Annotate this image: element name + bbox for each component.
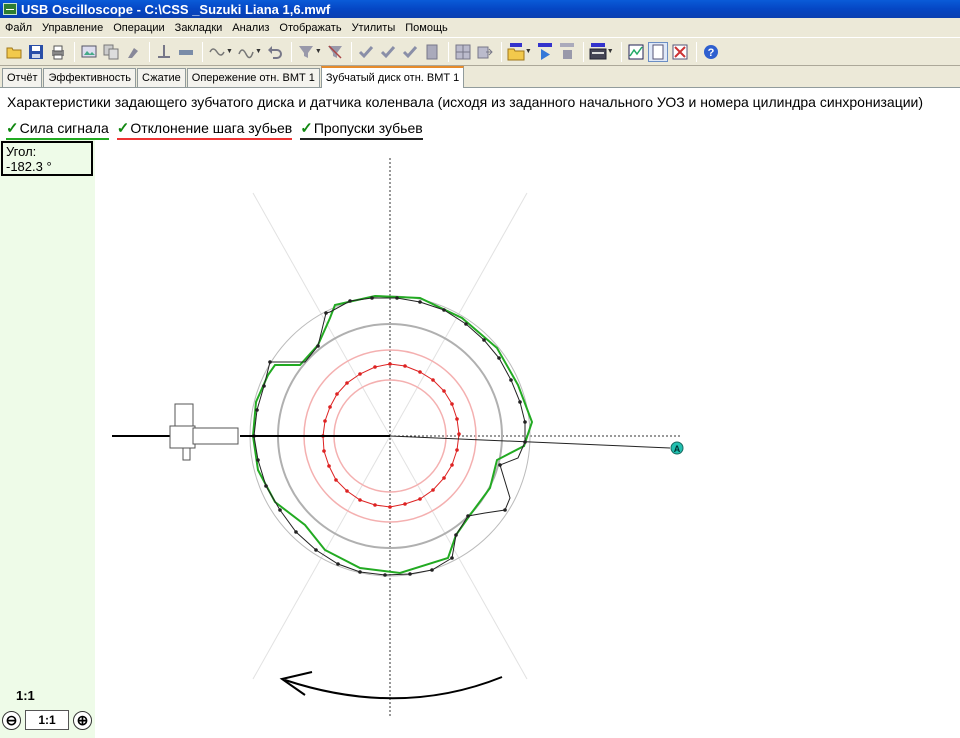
toolbar-separator <box>290 41 292 62</box>
checkbox-check-icon[interactable]: ✓ <box>6 119 19 137</box>
tooth-wheel-plot[interactable]: A <box>95 140 960 738</box>
tab-advance[interactable]: Опережение отн. ВМТ 1 <box>186 68 320 87</box>
checkbox-check-icon[interactable]: ✓ <box>117 119 130 137</box>
legend-label: Пропуски зубьев <box>313 120 423 136</box>
undo-icon[interactable] <box>265 42 285 62</box>
dropdown-arrow-icon[interactable]: ▼ <box>607 48 614 55</box>
menu-help[interactable]: Помощь <box>400 22 453 34</box>
svg-text:?: ? <box>707 47 714 59</box>
play-icon[interactable] <box>535 42 555 62</box>
zoom-in-button[interactable]: ⊕ <box>73 710 92 730</box>
toolbar-separator <box>447 41 449 62</box>
toolbar-separator <box>350 41 352 62</box>
tab-toothed-disk[interactable]: Зубчатый диск отн. ВМТ 1 <box>320 66 465 88</box>
settings-panel-icon[interactable] <box>588 42 608 62</box>
dropdown-arrow-icon[interactable]: ▼ <box>255 48 262 55</box>
check-up-icon[interactable] <box>400 42 420 62</box>
menu-file[interactable]: Файл <box>0 22 37 34</box>
menu-bar: Файл Управление Операции Закладки Анализ… <box>0 18 960 37</box>
menu-analysis[interactable]: Анализ <box>227 22 274 34</box>
tool-icon[interactable] <box>123 42 143 62</box>
copy-icon[interactable] <box>101 42 121 62</box>
toolbar-separator <box>149 41 150 62</box>
app-icon <box>3 3 17 15</box>
channel-b-icon[interactable] <box>236 42 256 62</box>
legend-tooth-pitch-deviation[interactable]: ✓ Отклонение шага зубьев <box>116 119 293 140</box>
marker-a-icon[interactable]: A <box>670 441 684 455</box>
check-icon[interactable] <box>356 42 376 62</box>
check-down-icon[interactable] <box>378 42 398 62</box>
grid-icon[interactable] <box>453 42 473 62</box>
legend-missing-teeth[interactable]: ✓ Пропуски зубьев <box>300 119 423 140</box>
menu-control[interactable]: Управление <box>37 22 108 34</box>
marker-label: A <box>674 444 681 454</box>
dropdown-arrow-icon[interactable]: ▼ <box>315 48 322 55</box>
close-view-icon[interactable] <box>670 42 690 62</box>
tab-efficiency[interactable]: Эффективность <box>43 68 137 87</box>
help-icon[interactable]: ? <box>701 42 721 62</box>
legend-label: Отклонение шага зубьев <box>130 120 293 136</box>
angle-label: Угол: <box>6 144 37 159</box>
toolbar-separator <box>202 41 203 62</box>
menu-bookmarks[interactable]: Закладки <box>170 22 228 34</box>
channel-a-icon[interactable] <box>207 42 227 62</box>
toolbar-separator <box>695 41 697 62</box>
menu-operations[interactable]: Операции <box>108 22 169 34</box>
dropdown-arrow-icon[interactable]: ▼ <box>226 48 233 55</box>
filter-off-icon[interactable] <box>325 42 345 62</box>
title-bar: USB Oscilloscope - C:\CSS _Suzuki Liana … <box>0 0 960 18</box>
open-file-icon[interactable] <box>506 42 526 62</box>
toolbar-separator <box>74 41 75 62</box>
legend-label: Сила сигнала <box>19 120 109 136</box>
angle-readout: Угол: -182.3 ° <box>1 141 93 176</box>
chart-view-icon[interactable] <box>626 42 646 62</box>
open-folder-icon[interactable] <box>4 42 24 62</box>
rotation-direction-arrow <box>284 676 503 700</box>
legend-signal-strength[interactable]: ✓ Сила сигнала <box>6 119 109 140</box>
zoom-controls: ⊖ 1:1 ⊕ <box>2 710 92 730</box>
menu-utilities[interactable]: Утилиты <box>347 22 401 34</box>
tab-compression[interactable]: Сжатие <box>137 68 186 87</box>
measure-icon[interactable] <box>176 42 196 62</box>
scale-label: 1:1 <box>16 688 35 703</box>
tab-report[interactable]: Отчёт <box>2 68 43 87</box>
export-icon[interactable] <box>475 42 495 62</box>
save-icon[interactable] <box>26 42 46 62</box>
document-view-icon[interactable] <box>647 41 668 62</box>
menu-view[interactable]: Отображать <box>274 22 346 34</box>
side-panel <box>0 140 95 738</box>
page-title: Характеристики задающего зубчатого диска… <box>7 94 924 110</box>
checkbox-check-icon[interactable]: ✓ <box>300 119 313 137</box>
window-title: USB Oscilloscope - C:\CSS _Suzuki Liana … <box>21 1 331 17</box>
dropdown-arrow-icon[interactable]: ▼ <box>525 48 532 55</box>
angle-value: -182.3 ° <box>6 159 52 174</box>
toolbar-separator <box>620 41 622 62</box>
zoom-value-field[interactable]: 1:1 <box>25 710 69 730</box>
print-icon[interactable] <box>48 42 68 62</box>
app-window: USB Oscilloscope - C:\CSS _Suzuki Liana … <box>0 0 960 738</box>
toolbar-separator <box>582 41 584 62</box>
tab-strip: Отчёт Эффективность Сжатие Опережение от… <box>0 66 960 88</box>
filter-icon[interactable] <box>296 42 316 62</box>
stop-icon[interactable] <box>557 42 577 62</box>
page-icon[interactable] <box>422 42 442 62</box>
legend: ✓ Сила сигнала ✓ Отклонение шага зубьев … <box>6 119 431 140</box>
zoom-out-button[interactable]: ⊖ <box>2 710 21 730</box>
toolbar-separator <box>500 41 502 62</box>
toolbar: ▼ ▼ ▼ ▼ ▼ ? <box>0 37 960 66</box>
cursor-icon[interactable] <box>154 42 174 62</box>
screenshot-icon[interactable] <box>79 42 99 62</box>
